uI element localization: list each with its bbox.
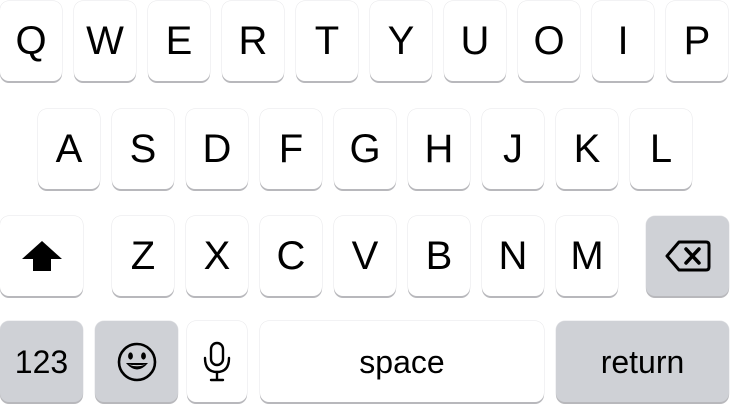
key-m[interactable]: M — [556, 216, 618, 296]
key-i-label: I — [617, 19, 629, 63]
key-s-label: S — [129, 127, 157, 171]
key-t-label: T — [314, 19, 340, 63]
key-l[interactable]: L — [630, 109, 692, 189]
microphone-icon — [202, 341, 232, 383]
key-s[interactable]: S — [112, 109, 174, 189]
dictation-key[interactable] — [187, 321, 247, 402]
key-c[interactable]: C — [260, 216, 322, 296]
space-key-label: space — [359, 343, 445, 380]
key-g-label: G — [349, 127, 381, 171]
key-h[interactable]: H — [408, 109, 470, 189]
key-a-label: A — [55, 127, 83, 171]
key-x-label: X — [203, 234, 231, 278]
key-g[interactable]: G — [334, 109, 396, 189]
key-b-label: B — [425, 234, 453, 278]
key-x[interactable]: X — [186, 216, 248, 296]
key-l-label: L — [649, 127, 673, 171]
key-e[interactable]: E — [148, 1, 210, 81]
key-f[interactable]: F — [260, 109, 322, 189]
key-p-label: P — [683, 19, 711, 63]
key-c-label: C — [276, 234, 306, 278]
key-i[interactable]: I — [592, 1, 654, 81]
emoji-key[interactable] — [95, 321, 178, 402]
key-z[interactable]: Z — [112, 216, 174, 296]
return-key-label: return — [600, 343, 685, 380]
key-y-label: Y — [387, 19, 415, 63]
key-r[interactable]: R — [222, 1, 284, 81]
key-q[interactable]: Q — [0, 1, 62, 81]
key-d-label: D — [202, 127, 232, 171]
key-u-label: U — [460, 19, 490, 63]
key-b[interactable]: B — [408, 216, 470, 296]
backspace-icon — [665, 239, 711, 273]
numbers-key-label: 123 — [14, 343, 69, 380]
key-j[interactable]: J — [482, 109, 544, 189]
key-k[interactable]: K — [556, 109, 618, 189]
key-p[interactable]: P — [666, 1, 728, 81]
key-n[interactable]: N — [482, 216, 544, 296]
key-e-label: E — [165, 19, 193, 63]
key-o-label: O — [533, 19, 565, 63]
shift-key[interactable] — [0, 216, 83, 296]
key-n-label: N — [498, 234, 528, 278]
key-z-label: Z — [130, 234, 156, 278]
key-t[interactable]: T — [296, 1, 358, 81]
key-a[interactable]: A — [38, 109, 100, 189]
shift-arrow-icon — [20, 239, 64, 273]
key-y[interactable]: Y — [370, 1, 432, 81]
key-f-label: F — [278, 127, 304, 171]
key-r-label: R — [238, 19, 268, 63]
delete-key[interactable] — [646, 216, 729, 296]
space-key[interactable]: space — [260, 321, 544, 402]
key-o[interactable]: O — [518, 1, 580, 81]
key-q-label: Q — [15, 19, 47, 63]
key-w[interactable]: W — [74, 1, 136, 81]
key-u[interactable]: U — [444, 1, 506, 81]
key-k-label: K — [573, 127, 601, 171]
numbers-key[interactable]: 123 — [0, 321, 83, 402]
key-m-label: M — [570, 234, 604, 278]
key-j-label: J — [503, 127, 523, 171]
key-v[interactable]: V — [334, 216, 396, 296]
on-screen-keyboard: Q W E R T Y U O I P A S D F G H J K L Z … — [0, 0, 731, 407]
key-h-label: H — [424, 127, 454, 171]
return-key[interactable]: return — [556, 321, 729, 402]
key-v-label: V — [351, 234, 379, 278]
emoji-icon — [116, 341, 158, 383]
key-d[interactable]: D — [186, 109, 248, 189]
key-w-label: W — [86, 19, 124, 63]
